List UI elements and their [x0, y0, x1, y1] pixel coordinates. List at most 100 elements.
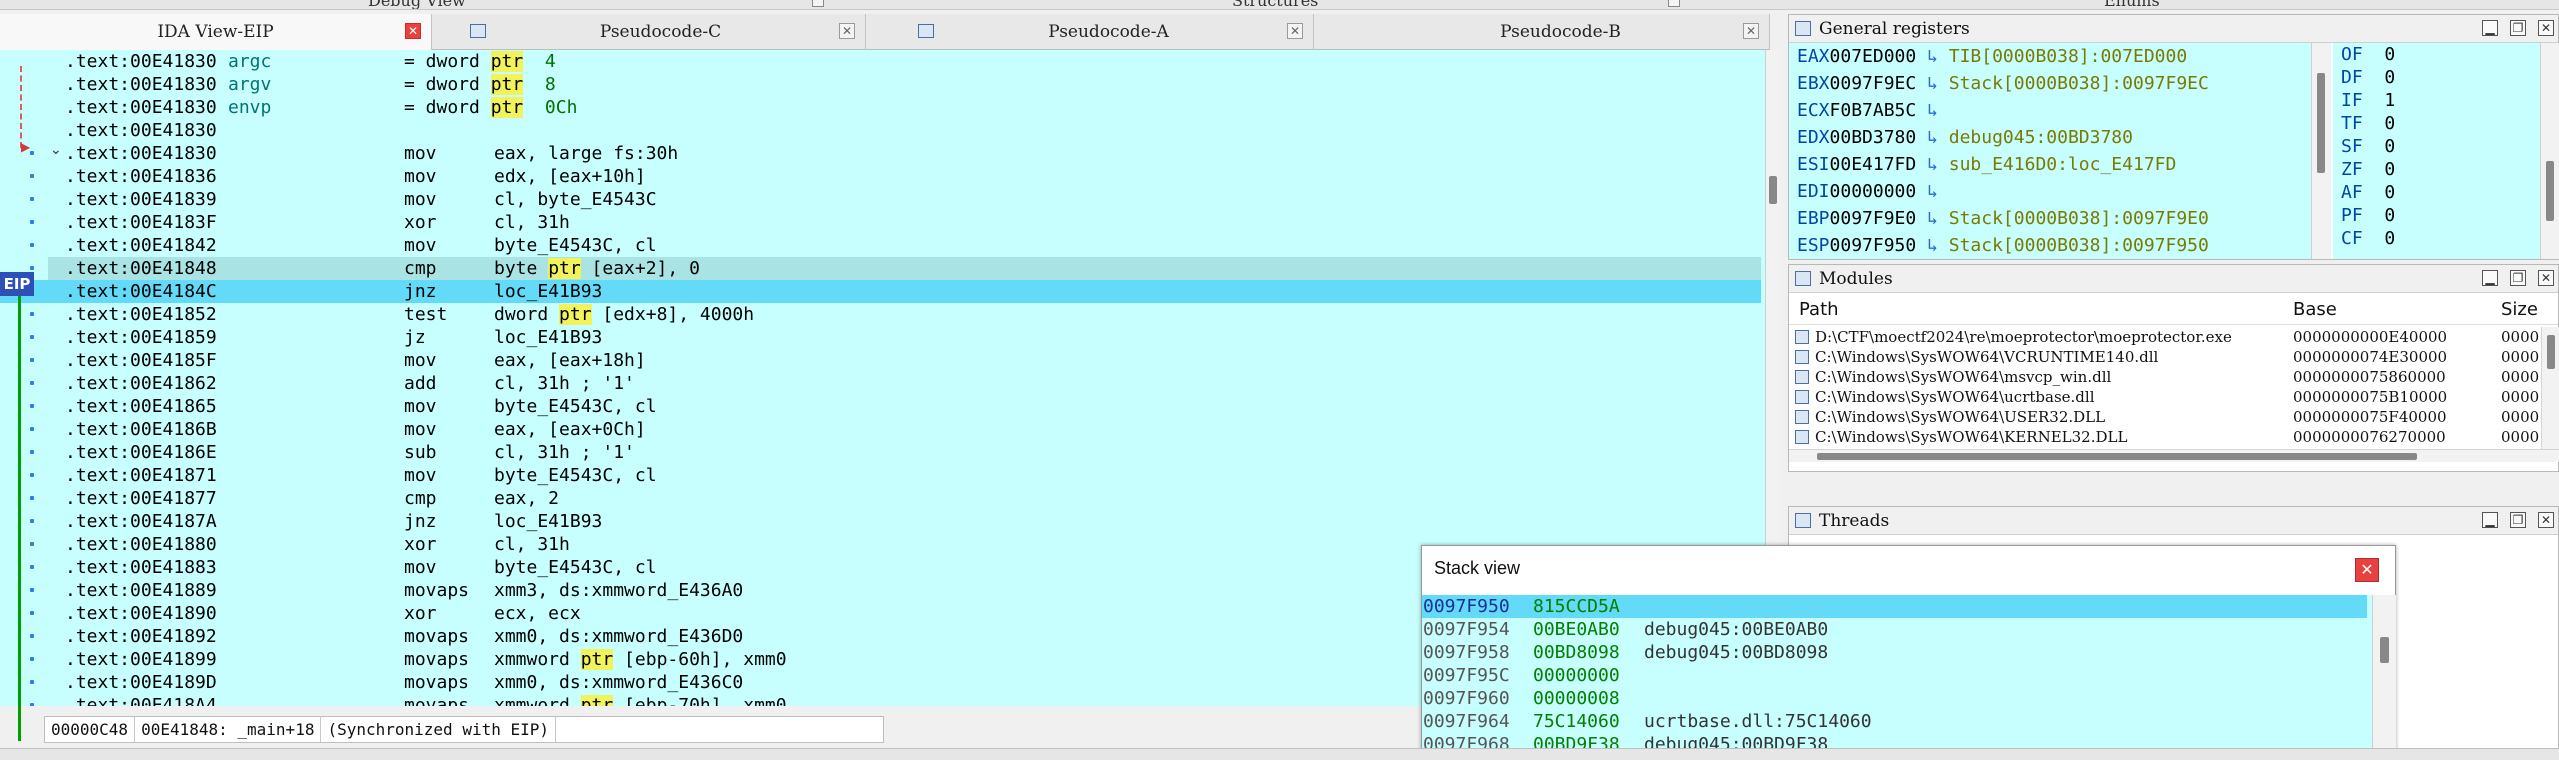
- register-list[interactable]: EAX007ED000 ↳ TIB[0000B038]:007ED000 EBX0…: [1789, 43, 2331, 259]
- close-icon[interactable]: ✕: [1743, 23, 1759, 39]
- breakpoint-dot-icon[interactable]: [30, 450, 34, 454]
- line-label[interactable]: envp: [228, 96, 271, 119]
- breakpoint-dot-icon[interactable]: [30, 197, 34, 201]
- tab-ida-view-eip[interactable]: IDA View-EIP ✕: [0, 14, 432, 50]
- register-row[interactable]: EBX0097F9EC ↳ Stack[0000B038]:0097F9EC: [1797, 70, 2209, 97]
- code-line[interactable]: .text:00E41877 cmp eax, 2: [48, 487, 1761, 510]
- stack-row[interactable]: 0097F960 00000008: [1422, 687, 2367, 710]
- jump-arrow-icon[interactable]: ↳: [1927, 127, 1938, 148]
- line-label[interactable]: argv: [228, 73, 271, 96]
- code-line[interactable]: .text:00E4185F mov eax, [eax+18h]: [48, 349, 1761, 372]
- modules-vscroll[interactable]: [2541, 327, 2559, 449]
- close-icon[interactable]: ✕: [1287, 23, 1303, 39]
- breakpoint-dot-icon[interactable]: [30, 404, 34, 408]
- register-value[interactable]: 0097F9E0: [1830, 208, 1917, 229]
- flag-row[interactable]: ZF 0: [2341, 158, 2395, 181]
- code-line[interactable]: .text:00E41852 test dword ptr [edx+8], 400…: [48, 303, 1761, 326]
- minimize-icon[interactable]: ▁: [2482, 512, 2498, 528]
- close-icon[interactable]: ✕: [2538, 270, 2554, 286]
- module-row[interactable]: C:\Windows\SysWOW64\KERNEL32.DLL 00000000…: [1789, 427, 2541, 447]
- scroll-thumb[interactable]: [1769, 176, 1777, 204]
- stack-list[interactable]: 0097F950 815CCD5A 0097F954 00BE0AB0 debug045…: [1422, 595, 2372, 760]
- modules-hscroll[interactable]: [1789, 449, 2559, 462]
- stack-row[interactable]: 0097F954 00BE0AB0 debug045:00BE0AB0: [1422, 618, 2367, 641]
- module-row[interactable]: C:\Windows\SysWOW64\ucrtbase.dll 00000000…: [1789, 387, 2541, 407]
- debug-view-tab[interactable]: Debug View: [368, 0, 466, 9]
- enums-tab[interactable]: Enums: [2104, 0, 2160, 9]
- stack-value[interactable]: 00000000: [1533, 664, 1620, 687]
- line-label[interactable]: argc: [228, 50, 271, 73]
- flag-row[interactable]: AF 0: [2341, 181, 2395, 204]
- breakpoint-dot-icon[interactable]: [30, 703, 34, 706]
- column-size[interactable]: Size: [2501, 299, 2538, 320]
- restore-icon[interactable]: ❐: [2510, 512, 2526, 528]
- flag-row[interactable]: OF 0: [2341, 43, 2395, 66]
- close-icon[interactable]: [1668, 0, 1680, 7]
- breakpoint-dot-icon[interactable]: [30, 312, 34, 316]
- close-icon[interactable]: ✕: [839, 23, 855, 39]
- module-row[interactable]: C:\Windows\SysWOW64\VCRUNTIME140.dll 0000…: [1789, 347, 2541, 367]
- close-icon[interactable]: ✕: [2538, 512, 2554, 528]
- code-line[interactable]: .text:00E4183F xor cl, 31h: [48, 211, 1761, 234]
- flag-row[interactable]: DF 0: [2341, 66, 2395, 89]
- tab-pseudocode-a[interactable]: Pseudocode-A ✕: [904, 14, 1314, 50]
- breakpoint-dot-icon[interactable]: [30, 174, 34, 178]
- stack-value[interactable]: 00000008: [1533, 687, 1620, 710]
- module-row[interactable]: D:\CTF\moectf2024\re\moeprotector\moepro…: [1789, 327, 2541, 347]
- jump-arrow-icon[interactable]: ↳: [1927, 73, 1938, 94]
- stack-row[interactable]: 0097F964 75C14060 ucrtbase.dll:75C14060: [1422, 710, 2367, 733]
- code-line[interactable]: .text:00E41842 mov byte_E4543C, cl: [48, 234, 1761, 257]
- register-value[interactable]: F0B7AB5C: [1830, 100, 1917, 121]
- stack-value[interactable]: 75C14060: [1533, 710, 1620, 733]
- breakpoint-dot-icon[interactable]: [30, 680, 34, 684]
- flag-value[interactable]: 0: [2384, 136, 2395, 157]
- code-line[interactable]: .text:00E41859 jz loc_E41B93: [48, 326, 1761, 349]
- flag-value[interactable]: 0: [2384, 159, 2395, 180]
- stack-value[interactable]: 00BD8098: [1533, 641, 1620, 664]
- breakpoint-dot-icon[interactable]: [30, 611, 34, 615]
- structures-tab[interactable]: Structures: [1232, 0, 1318, 9]
- breakpoint-dot-icon[interactable]: [30, 473, 34, 477]
- register-value[interactable]: 00E417FD: [1830, 154, 1917, 175]
- register-row[interactable]: ESI00E417FD ↳ sub_E416D0:loc_E417FD: [1797, 151, 2176, 178]
- register-value[interactable]: 00000000: [1830, 181, 1917, 202]
- jump-arrow-icon[interactable]: ↳: [1927, 235, 1938, 256]
- breakpoint-dot-icon[interactable]: [30, 634, 34, 638]
- flag-value[interactable]: 0: [2384, 67, 2395, 88]
- register-row[interactable]: EAX007ED000 ↳ TIB[0000B038]:007ED000: [1797, 43, 2187, 70]
- module-row[interactable]: C:\Windows\SysWOW64\USER32.DLL 0000000075…: [1789, 407, 2541, 427]
- code-line[interactable]: .text:00E41865 mov byte_E4543C, cl: [48, 395, 1761, 418]
- code-line[interactable]: .text:00E41830 mov eax, large fs:30h: [48, 142, 1761, 165]
- stack-value[interactable]: 815CCD5A: [1533, 595, 1620, 618]
- flag-row[interactable]: SF 0: [2341, 135, 2395, 158]
- code-line[interactable]: .text:00E41830 argv = dword ptr 8: [48, 73, 1761, 96]
- jump-arrow-icon[interactable]: ↳: [1927, 46, 1938, 67]
- code-line[interactable]: .text:00E4187A jnz loc_E41B93: [48, 510, 1761, 533]
- register-row[interactable]: EDI00000000 ↳: [1797, 178, 1949, 205]
- code-line[interactable]: .text:00E41830: [48, 119, 1761, 142]
- stack-view-window[interactable]: Stack view ✕ 0097F950 815CCD5A 0097F954 00B…: [1421, 545, 2396, 760]
- flag-row[interactable]: TF 0: [2341, 112, 2395, 135]
- flag-value[interactable]: 0: [2384, 205, 2395, 226]
- register-value[interactable]: 00BD3780: [1830, 127, 1917, 148]
- register-value[interactable]: 0097F9EC: [1830, 73, 1917, 94]
- code-line[interactable]: .text:00E4186E sub cl, 31h ; '1': [48, 441, 1761, 464]
- restore-icon[interactable]: ❐: [2510, 20, 2526, 36]
- column-path[interactable]: Path: [1799, 299, 1839, 320]
- register-row[interactable]: ESP0097F950 ↳ Stack[0000B038]:0097F950: [1797, 232, 2209, 259]
- stack-view-title[interactable]: Stack view: [1422, 546, 2395, 591]
- scroll-thumb[interactable]: [2380, 637, 2389, 663]
- code-line[interactable]: .text:00E41871 mov byte_E4543C, cl: [48, 464, 1761, 487]
- flag-value[interactable]: 0: [2384, 113, 2395, 134]
- breakpoint-dot-icon[interactable]: [30, 496, 34, 500]
- code-line[interactable]: .text:00E4184C jnz loc_E41B93: [0, 280, 1761, 303]
- restore-icon[interactable]: ❐: [2510, 270, 2526, 286]
- register-row[interactable]: EBP0097F9E0 ↳ Stack[0000B038]:0097F9E0: [1797, 205, 2209, 232]
- breakpoint-dot-icon[interactable]: [30, 243, 34, 247]
- breakpoint-dot-icon[interactable]: [30, 588, 34, 592]
- code-line[interactable]: .text:00E4186B mov eax, [eax+0Ch]: [48, 418, 1761, 441]
- breakpoint-dot-icon[interactable]: [30, 381, 34, 385]
- tab-pseudocode-c[interactable]: Pseudocode-C ✕: [456, 14, 866, 50]
- flag-row[interactable]: CF 0: [2341, 227, 2395, 250]
- code-line[interactable]: .text:00E41830 argc = dword ptr 4: [48, 50, 1761, 73]
